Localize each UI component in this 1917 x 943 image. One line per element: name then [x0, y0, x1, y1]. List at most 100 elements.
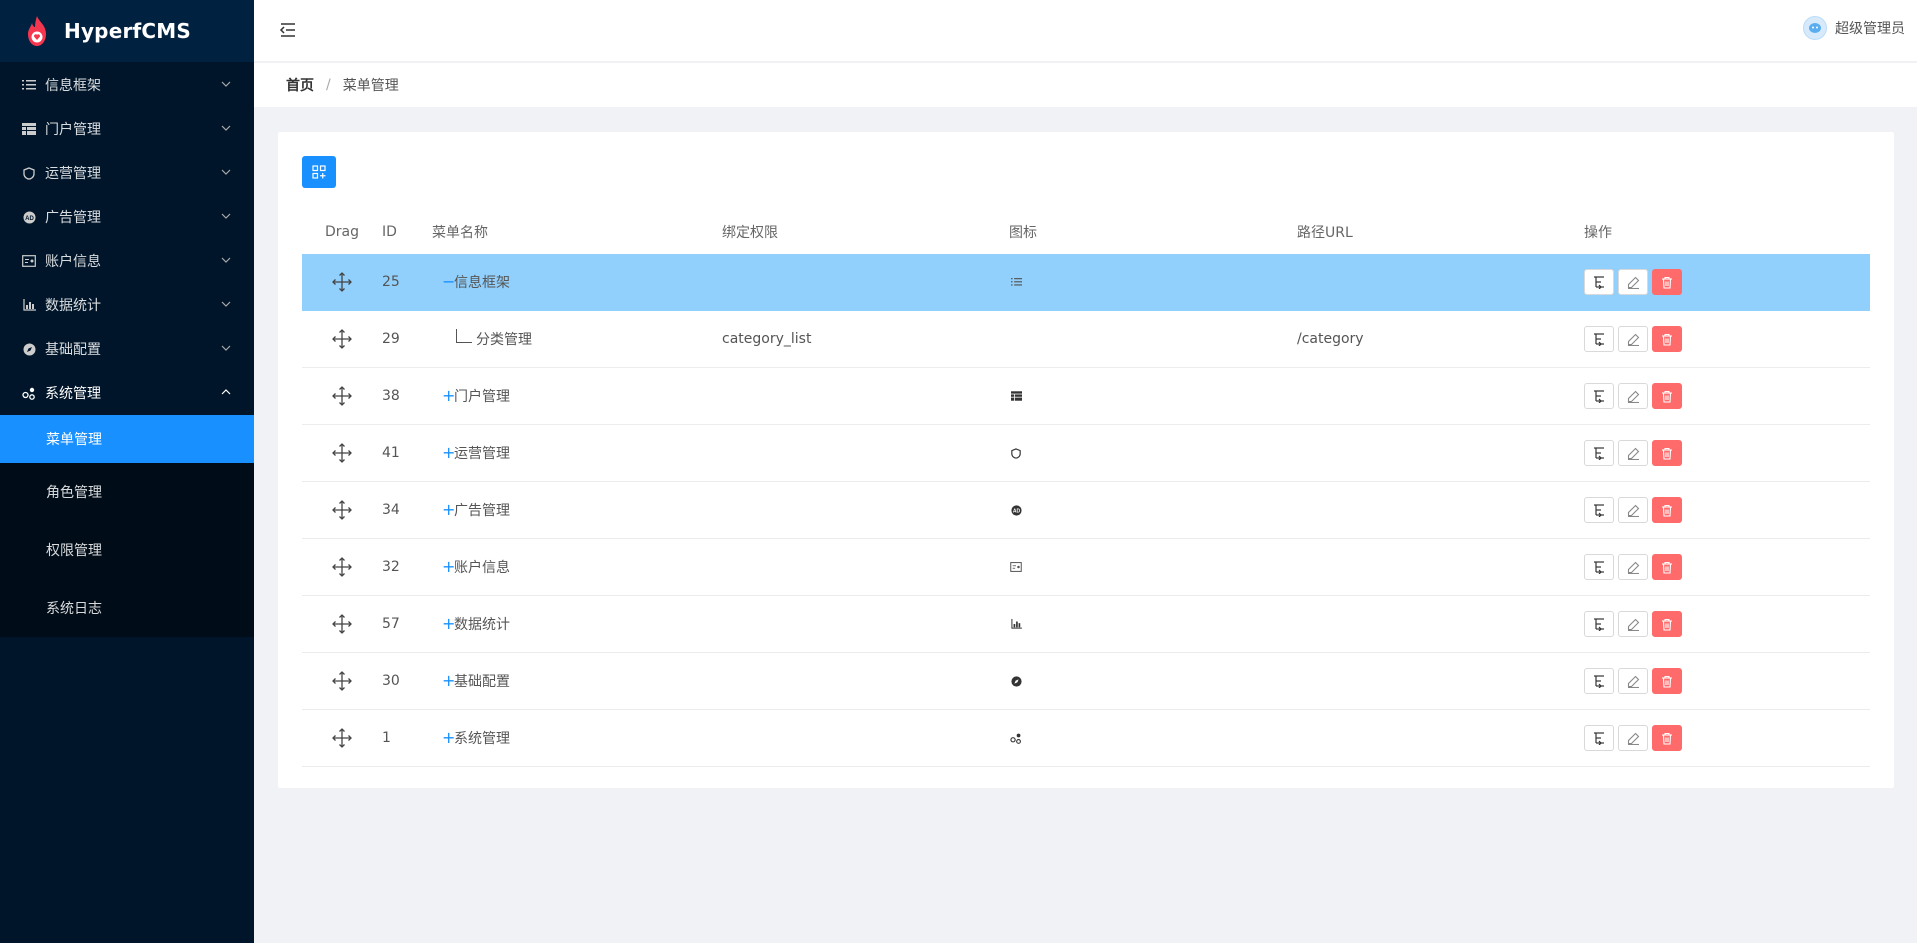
- delete-button[interactable]: [1652, 383, 1682, 409]
- expand-icon[interactable]: +: [442, 673, 455, 689]
- sidebar-item-label: 账户信息: [45, 254, 101, 270]
- table-row[interactable]: 1 + 系统管理: [302, 710, 1870, 767]
- add-child-button[interactable]: [1584, 383, 1614, 409]
- sidebar-item-portal[interactable]: 门户管理: [0, 107, 254, 151]
- idcard-icon: [21, 253, 37, 269]
- table-row[interactable]: 25 − 信息框架: [302, 254, 1870, 311]
- delete-button[interactable]: [1652, 440, 1682, 466]
- appstore-add-icon: [312, 165, 326, 179]
- sidebar-item-label: 运营管理: [45, 166, 101, 182]
- drag-handle-icon[interactable]: [331, 670, 353, 692]
- drag-handle-icon[interactable]: [331, 556, 353, 578]
- edit-button[interactable]: [1618, 668, 1648, 694]
- menu-name: 数据统计: [454, 617, 510, 633]
- delete-button[interactable]: [1652, 725, 1682, 751]
- table-row[interactable]: 30 + 基础配置: [302, 653, 1870, 710]
- add-child-button[interactable]: [1584, 326, 1614, 352]
- table-row[interactable]: 29 分类管理 category_list /category: [302, 311, 1870, 368]
- sidebar-item-statistics[interactable]: 数据统计: [0, 283, 254, 327]
- drag-handle-icon[interactable]: [331, 613, 353, 635]
- edit-button[interactable]: [1618, 725, 1648, 751]
- cluster-icon: [21, 385, 37, 401]
- sidebar-item-menu-management[interactable]: 菜单管理: [0, 415, 254, 463]
- drag-handle-icon[interactable]: [331, 499, 353, 521]
- logo[interactable]: HyperfCMS: [0, 0, 254, 62]
- chevron-down-icon: [221, 125, 231, 131]
- add-child-button[interactable]: [1584, 269, 1614, 295]
- sidebar-item-operations[interactable]: 运营管理: [0, 151, 254, 195]
- sidebar-item-account[interactable]: 账户信息: [0, 239, 254, 283]
- expand-icon[interactable]: +: [442, 559, 455, 575]
- delete-button[interactable]: [1652, 326, 1682, 352]
- add-child-button[interactable]: [1584, 725, 1614, 751]
- edit-button[interactable]: [1618, 440, 1648, 466]
- edit-button[interactable]: [1618, 383, 1648, 409]
- sidebar-item-system[interactable]: 系统管理: [0, 371, 254, 415]
- table-row[interactable]: 32 + 账户信息: [302, 539, 1870, 596]
- drag-handle-icon[interactable]: [331, 328, 353, 350]
- drag-handle-icon[interactable]: [331, 385, 353, 407]
- sidebar-item-role-management[interactable]: 角色管理: [0, 463, 254, 521]
- ad-icon: AD: [21, 209, 37, 225]
- edit-button[interactable]: [1618, 611, 1648, 637]
- expand-icon[interactable]: +: [442, 730, 455, 746]
- edit-button[interactable]: [1618, 269, 1648, 295]
- add-menu-button[interactable]: [302, 156, 336, 188]
- edit-button[interactable]: [1618, 497, 1648, 523]
- delete-button[interactable]: [1652, 497, 1682, 523]
- chart-icon: [1009, 617, 1023, 631]
- idcard-icon: [1009, 560, 1023, 574]
- sidebar: HyperfCMS 信息框架 门户管理 运营管理 AD 广告管理 账户信息 数据…: [0, 0, 254, 943]
- delete-button[interactable]: [1652, 269, 1682, 295]
- table-row[interactable]: 57 + 数据统计: [302, 596, 1870, 653]
- drag-handle-icon[interactable]: [331, 727, 353, 749]
- edit-button[interactable]: [1618, 326, 1648, 352]
- table-row[interactable]: 41 + 运营管理: [302, 425, 1870, 482]
- add-child-button[interactable]: [1584, 668, 1614, 694]
- user-menu[interactable]: 超级管理员: [1803, 16, 1905, 40]
- expand-icon[interactable]: +: [442, 616, 455, 632]
- compass-icon: [1009, 674, 1023, 688]
- sidebar-item-basic-config[interactable]: 基础配置: [0, 327, 254, 371]
- table-row[interactable]: 34 + 广告管理 AD: [302, 482, 1870, 539]
- delete-icon: [1661, 390, 1673, 403]
- menu-name: 分类管理: [476, 332, 532, 348]
- menu-fold-icon[interactable]: [278, 20, 298, 40]
- collapse-icon[interactable]: −: [442, 274, 455, 290]
- sidebar-item-info-framework[interactable]: 信息框架: [0, 63, 254, 107]
- add-child-button[interactable]: [1584, 554, 1614, 580]
- breadcrumb-home[interactable]: 首页: [286, 75, 314, 95]
- expand-icon[interactable]: +: [442, 445, 455, 461]
- menu-id: 25: [382, 274, 400, 290]
- edit-button[interactable]: [1618, 554, 1648, 580]
- col-ops: 操作: [1584, 225, 1612, 241]
- breadcrumb-separator: /: [326, 77, 331, 93]
- expand-icon[interactable]: +: [442, 388, 455, 404]
- delete-button[interactable]: [1652, 611, 1682, 637]
- sidebar-item-ads[interactable]: AD 广告管理: [0, 195, 254, 239]
- menu-table: Drag ID 菜单名称 绑定权限 图标 路径URL 操作 25 − 信息框架 2…: [302, 210, 1870, 767]
- svg-text:AD: AD: [1012, 508, 1020, 514]
- chevron-down-icon: [221, 257, 231, 263]
- expand-icon[interactable]: +: [442, 502, 455, 518]
- table-row[interactable]: 38 + 门户管理: [302, 368, 1870, 425]
- drag-handle-icon[interactable]: [331, 271, 353, 293]
- menu-url: /category: [1297, 331, 1364, 347]
- svg-text:AD: AD: [25, 216, 34, 222]
- sidebar-item-permission-management[interactable]: 权限管理: [0, 521, 254, 579]
- add-child-button[interactable]: [1584, 440, 1614, 466]
- menu-name: 信息框架: [454, 275, 510, 291]
- chevron-down-icon: [221, 301, 231, 307]
- breadcrumb: 首页 / 菜单管理: [254, 63, 1917, 107]
- menu-name: 门户管理: [454, 389, 510, 405]
- add-child-button[interactable]: [1584, 611, 1614, 637]
- sidebar-item-label: 基础配置: [45, 342, 101, 358]
- sidebar-item-system-log[interactable]: 系统日志: [0, 579, 254, 637]
- chevron-down-icon: [221, 345, 231, 351]
- add-child-button[interactable]: [1584, 497, 1614, 523]
- sidebar-item-label: 门户管理: [45, 122, 101, 138]
- chevron-down-icon: [221, 81, 231, 87]
- drag-handle-icon[interactable]: [331, 442, 353, 464]
- delete-button[interactable]: [1652, 668, 1682, 694]
- delete-button[interactable]: [1652, 554, 1682, 580]
